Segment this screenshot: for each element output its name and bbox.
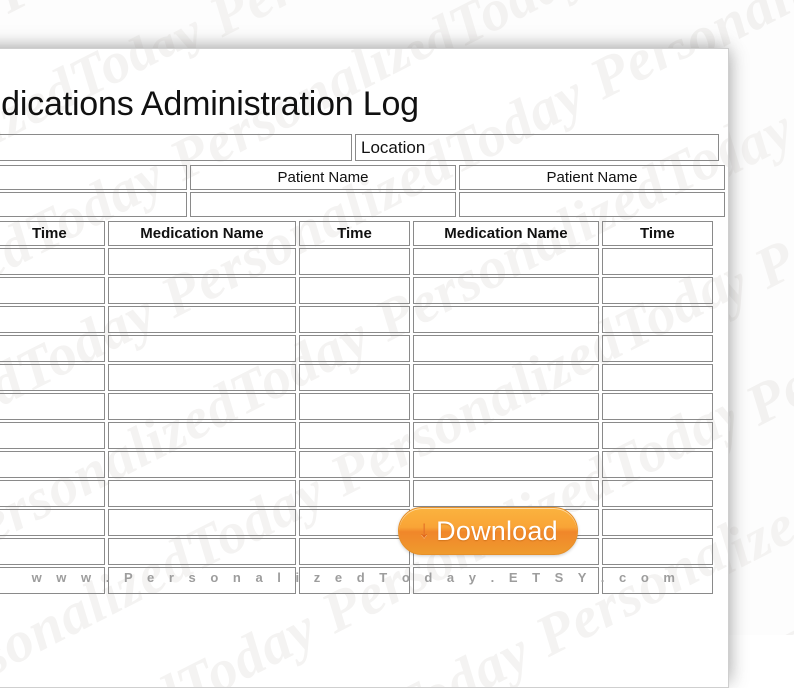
table-row: nber Location	[0, 134, 719, 161]
site-url-watermark: w w w . P e r s o n a l i z e d T o d a …	[31, 570, 681, 585]
log-cell[interactable]	[107, 248, 296, 275]
table-row	[0, 364, 713, 391]
column-header-time-1: Time	[0, 221, 105, 246]
log-cell[interactable]	[0, 306, 105, 333]
log-cell[interactable]	[601, 248, 713, 275]
table-header-row: Name Time Medication Name Time Medicatio…	[0, 221, 713, 246]
log-cell[interactable]	[0, 277, 105, 304]
log-cell[interactable]	[413, 393, 599, 420]
log-cell[interactable]	[601, 509, 713, 536]
log-cell[interactable]	[601, 335, 713, 362]
download-button[interactable]: ↓ Download	[398, 507, 578, 555]
log-cell[interactable]	[298, 364, 411, 391]
table-row	[0, 192, 725, 217]
patient-name-input-3[interactable]	[459, 192, 725, 217]
table-row	[0, 451, 713, 478]
log-cell[interactable]	[298, 538, 411, 565]
log-cell[interactable]	[0, 538, 105, 565]
log-cell[interactable]	[601, 277, 713, 304]
log-cell[interactable]	[298, 480, 411, 507]
table-row	[0, 335, 713, 362]
log-cell[interactable]	[107, 538, 296, 565]
patient-name-label-3: Patient Name	[459, 165, 725, 190]
log-cell[interactable]	[107, 306, 296, 333]
log-cell[interactable]	[107, 422, 296, 449]
log-cell[interactable]	[0, 422, 105, 449]
log-cell[interactable]	[298, 335, 411, 362]
patient-name-label-1: tient Name	[0, 165, 187, 190]
log-cell[interactable]	[413, 451, 599, 478]
log-cell[interactable]	[413, 480, 599, 507]
log-cell[interactable]	[107, 509, 296, 536]
log-cell[interactable]	[107, 480, 296, 507]
table-row	[0, 480, 713, 507]
log-cell[interactable]	[0, 335, 105, 362]
log-cell[interactable]	[601, 480, 713, 507]
column-header-time-2: Time	[298, 221, 411, 246]
table-row	[0, 393, 713, 420]
log-cell[interactable]	[107, 335, 296, 362]
log-cell[interactable]	[298, 393, 411, 420]
log-cell[interactable]	[298, 277, 411, 304]
log-cell[interactable]	[0, 393, 105, 420]
log-cell[interactable]	[601, 422, 713, 449]
log-cell[interactable]	[298, 422, 411, 449]
log-cell[interactable]	[413, 277, 599, 304]
log-cell[interactable]	[601, 306, 713, 333]
log-cell[interactable]	[413, 422, 599, 449]
log-cell[interactable]	[298, 451, 411, 478]
patient-name-input-1[interactable]	[0, 192, 187, 217]
log-cell[interactable]	[601, 364, 713, 391]
log-cell[interactable]	[107, 364, 296, 391]
patient-name-label-2: Patient Name	[190, 165, 456, 190]
medication-log-table: Name Time Medication Name Time Medicatio…	[0, 219, 716, 596]
table-row	[0, 277, 713, 304]
log-cell[interactable]	[0, 364, 105, 391]
log-cell[interactable]	[413, 335, 599, 362]
column-header-medication-name-2: Medication Name	[107, 221, 296, 246]
table-row	[0, 509, 713, 536]
log-cell[interactable]	[0, 509, 105, 536]
location-field[interactable]: Location	[355, 134, 719, 161]
log-cell[interactable]	[298, 248, 411, 275]
log-cell[interactable]	[0, 480, 105, 507]
column-header-medication-name-3: Medication Name	[413, 221, 599, 246]
log-cell[interactable]	[601, 451, 713, 478]
log-cell[interactable]	[601, 538, 713, 565]
patient-name-input-2[interactable]	[190, 192, 456, 217]
log-cell[interactable]	[107, 451, 296, 478]
header-fields-table: nber Location	[0, 132, 722, 163]
log-cell[interactable]	[413, 364, 599, 391]
log-cell[interactable]	[413, 306, 599, 333]
log-cell[interactable]	[0, 451, 105, 478]
table-row: tient Name Patient Name Patient Name	[0, 165, 725, 190]
log-cell[interactable]	[107, 277, 296, 304]
table-row	[0, 306, 713, 333]
sheet-content: ts Medications Administration Log nber L…	[0, 49, 728, 596]
table-row	[0, 538, 713, 565]
number-field[interactable]: nber	[0, 134, 352, 161]
log-cell[interactable]	[413, 248, 599, 275]
download-arrow-icon: ↓	[418, 516, 431, 543]
medication-log-body	[0, 248, 713, 594]
log-cell[interactable]	[107, 393, 296, 420]
table-row	[0, 422, 713, 449]
printable-sheet: PersonalizedToday PersonalizedToday Pers…	[0, 48, 729, 688]
page-title: ts Medications Administration Log	[0, 85, 419, 123]
column-header-time-3: Time	[601, 221, 713, 246]
log-cell[interactable]	[298, 306, 411, 333]
patient-name-table: tient Name Patient Name Patient Name	[0, 163, 728, 219]
log-cell[interactable]	[601, 393, 713, 420]
log-cell[interactable]	[0, 248, 105, 275]
table-row	[0, 248, 713, 275]
log-cell[interactable]	[298, 509, 411, 536]
download-button-label: Download	[436, 515, 558, 546]
